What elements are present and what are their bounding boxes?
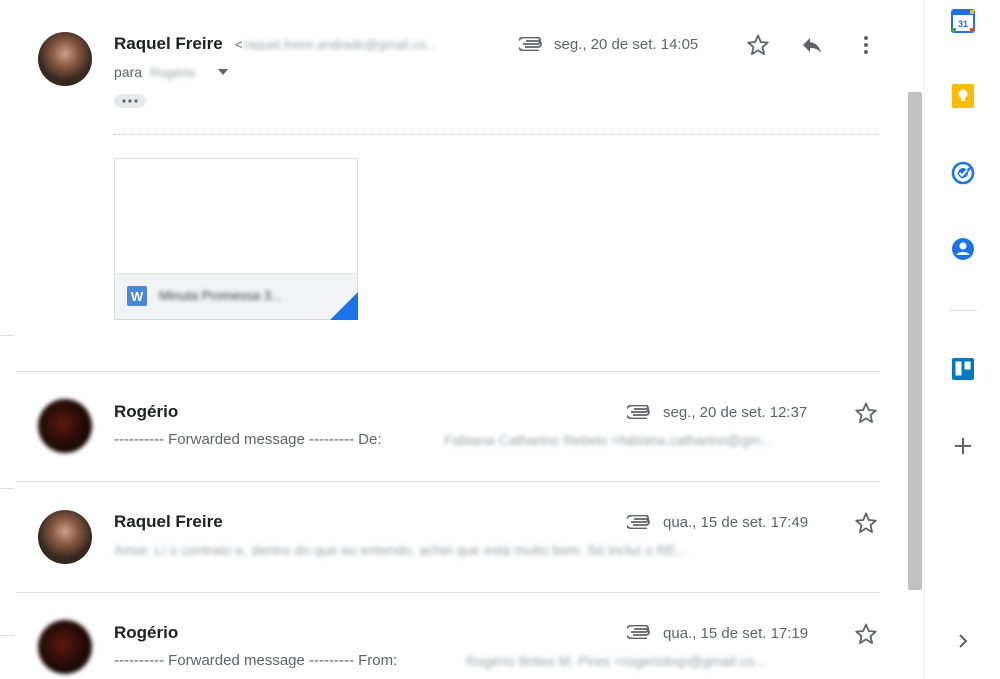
word-doc-icon: W — [127, 286, 147, 306]
avatar[interactable] — [38, 620, 92, 674]
paperclip-icon — [626, 512, 654, 532]
to-label: para — [114, 64, 143, 80]
left-edge-divider — [0, 488, 14, 489]
avatar[interactable] — [38, 32, 92, 86]
show-trimmed-content-button[interactable] — [114, 94, 146, 108]
recipient-name: Rogério — [150, 65, 196, 80]
content-separator — [114, 134, 880, 135]
message-divider — [16, 592, 880, 593]
star-outline-icon[interactable] — [852, 400, 880, 426]
contacts-icon[interactable] — [950, 236, 976, 262]
tasks-icon[interactable] — [950, 160, 976, 186]
left-edge-divider — [0, 635, 14, 636]
add-icon[interactable] — [952, 435, 974, 457]
message-date: seg., 20 de set. 14:05 — [554, 36, 699, 53]
snippet-redacted: Fabiana Catharino Rebelo <fabiana.cathar… — [444, 432, 773, 448]
reply-icon[interactable] — [798, 32, 826, 58]
snippet-redacted: Rogério Brites M. Pires <rogeriobsp@gmai… — [466, 653, 767, 669]
email-thread: Raquel Freire < raquel.freire.andrade@gm… — [0, 0, 906, 679]
more-horiz-icon — [122, 99, 138, 103]
star-outline-icon[interactable] — [852, 621, 880, 647]
calendar-date-label: 31 — [958, 19, 968, 29]
caret-down-icon[interactable] — [216, 66, 230, 78]
paperclip-icon — [518, 34, 546, 54]
paperclip-icon — [626, 402, 654, 422]
chevron-right-icon[interactable] — [953, 630, 973, 652]
message-date: qua., 15 de set. 17:19 — [663, 625, 809, 642]
scrollbar-thumb[interactable] — [908, 92, 922, 590]
snippet-redacted: Amor. Li o contrato e, dentro do que eu … — [114, 542, 688, 558]
attachment-footer: W Minuta Promessa 3... — [115, 273, 357, 319]
left-edge-divider — [0, 335, 14, 336]
message-snippet: ---------- Forwarded message --------- F… — [114, 652, 398, 669]
side-panel-divider — [949, 310, 977, 311]
attachment-name[interactable]: Minuta Promessa 3... — [159, 288, 282, 303]
more-vert-icon[interactable] — [856, 32, 876, 58]
message-snippet: ---------- Forwarded message --------- D… — [114, 431, 382, 448]
trello-icon[interactable] — [950, 356, 976, 382]
corner-fold-icon — [330, 292, 358, 320]
avatar[interactable] — [38, 399, 92, 453]
message-date: seg., 20 de set. 12:37 — [663, 404, 808, 421]
message-divider — [16, 481, 880, 482]
side-panel: 31 — [924, 0, 1000, 679]
star-outline-icon[interactable] — [744, 32, 772, 58]
calendar-icon[interactable]: 31 — [950, 8, 976, 34]
star-outline-icon[interactable] — [852, 510, 880, 536]
sender-email: raquel.freire.andrade@gmail.co... — [244, 37, 438, 52]
attachment-card[interactable]: W Minuta Promessa 3... — [114, 158, 358, 320]
paperclip-icon — [626, 622, 654, 642]
message-divider — [16, 371, 880, 372]
avatar[interactable] — [38, 510, 92, 564]
keep-icon[interactable] — [950, 82, 976, 110]
message-date: qua., 15 de set. 17:49 — [663, 514, 809, 531]
sender-name[interactable]: Rogério — [114, 402, 178, 422]
sender-name[interactable]: Raquel Freire — [114, 512, 223, 532]
email-prefix: < — [235, 37, 243, 52]
sender-name[interactable]: Rogério — [114, 623, 178, 643]
sender-name[interactable]: Raquel Freire — [114, 34, 223, 54]
